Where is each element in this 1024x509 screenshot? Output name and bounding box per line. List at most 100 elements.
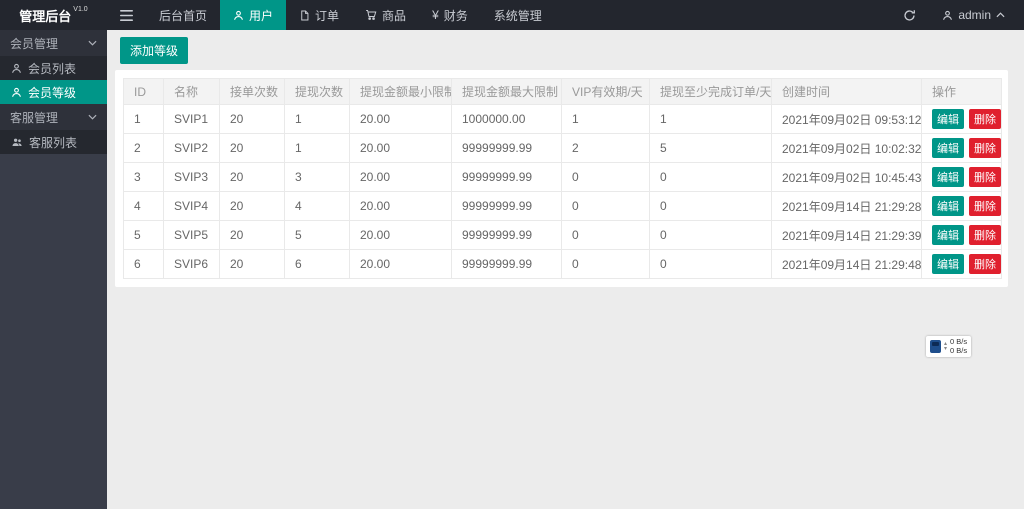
topbar-nav-label: 后台首页: [159, 7, 207, 24]
cart-icon: [365, 9, 377, 21]
topbar-nav-item-users[interactable]: 用户: [220, 0, 286, 30]
table-cell: 5: [285, 221, 350, 250]
table-cell: 0: [562, 192, 650, 221]
sidebar-item-service-list[interactable]: 客服列表: [0, 130, 107, 154]
person-icon: [233, 10, 244, 21]
table-cell: SVIP4: [164, 192, 220, 221]
topbar-nav: 后台首页 用户订单商品¥财务系统管理: [146, 0, 555, 30]
table-cell: 2: [562, 134, 650, 163]
topbar-nav-item-system[interactable]: 系统管理: [481, 0, 555, 30]
topbar-nav-item-orders[interactable]: 订单: [286, 0, 352, 30]
topbar-nav-label: 财务: [444, 7, 468, 24]
table-cell: 6: [124, 250, 164, 279]
topbar: 管理后台 V1.0 后台首页 用户订单商品¥财务系统管理 admin: [0, 0, 1024, 30]
network-widget-icon: [930, 340, 941, 353]
user-menu[interactable]: admin: [929, 0, 1018, 30]
hamburger-icon: [120, 10, 133, 21]
table-cell: 20: [220, 221, 285, 250]
sidebar-group-title-0[interactable]: 会员管理: [0, 30, 107, 56]
updown-arrows-icon: ▴▾: [944, 342, 947, 352]
user-name: admin: [958, 8, 991, 22]
topbar-nav-item-finance[interactable]: ¥财务: [419, 0, 481, 30]
add-level-button[interactable]: 添加等级: [120, 37, 188, 64]
sidebar-item-label: 客服列表: [29, 134, 77, 151]
edit-button[interactable]: 编辑: [932, 138, 964, 158]
table-cell: 20.00: [350, 163, 452, 192]
table-cell: 3: [285, 163, 350, 192]
refresh-icon: [903, 9, 916, 22]
table-cell: 2021年09月02日 10:45:43: [772, 163, 922, 192]
table-cell: 20: [220, 192, 285, 221]
delete-button[interactable]: 删除: [969, 225, 1001, 245]
app-logo[interactable]: 管理后台 V1.0: [0, 0, 107, 30]
table-cell: 99999999.99: [452, 163, 562, 192]
column-header: 提现金额最大限制: [452, 79, 562, 105]
table-cell: 20.00: [350, 221, 452, 250]
table-cell: 1: [124, 105, 164, 134]
column-header: 提现金额最小限制: [350, 79, 452, 105]
topbar-right: admin: [890, 0, 1018, 30]
sidebar-group-label: 客服管理: [10, 109, 58, 126]
table-cell: 0: [650, 163, 772, 192]
table-cell: 2: [124, 134, 164, 163]
main-content: 添加等级 ID名称接单次数提现次数提现金额最小限制提现金额最大限制VIP有效期/…: [107, 30, 1024, 509]
table-cell: 20: [220, 163, 285, 192]
table-cell: 1: [285, 134, 350, 163]
edit-button[interactable]: 编辑: [932, 109, 964, 129]
table-cell: 4: [124, 192, 164, 221]
table-cell: SVIP6: [164, 250, 220, 279]
sidebar-group-title-1[interactable]: 客服管理: [0, 104, 107, 130]
edit-button[interactable]: 编辑: [932, 254, 964, 274]
sidebar-item-member-level[interactable]: 会员等级: [0, 80, 107, 104]
network-speed-widget: ▴▾ 0 B/s 0 B/s: [926, 336, 971, 357]
topbar-nav-label: 用户: [249, 7, 273, 24]
table-cell: SVIP3: [164, 163, 220, 192]
table-cell: 99999999.99: [452, 250, 562, 279]
table-row: 6SVIP620620.0099999999.99002021年09月14日 2…: [124, 250, 1002, 279]
table-row: 4SVIP420420.0099999999.99002021年09月14日 2…: [124, 192, 1002, 221]
table-cell: SVIP2: [164, 134, 220, 163]
table-cell: 20.00: [350, 134, 452, 163]
table-cell: 20.00: [350, 250, 452, 279]
table-row: 5SVIP520520.0099999999.99002021年09月14日 2…: [124, 221, 1002, 250]
table-header-row: ID名称接单次数提现次数提现金额最小限制提现金额最大限制VIP有效期/天提现至少…: [124, 79, 1002, 105]
delete-button[interactable]: 删除: [969, 167, 1001, 187]
table-cell: 2021年09月14日 21:29:48: [772, 250, 922, 279]
refresh-button[interactable]: [890, 0, 929, 30]
actions-cell: 编辑删除: [922, 192, 1002, 221]
table-cell: 1: [650, 105, 772, 134]
edit-button[interactable]: 编辑: [932, 196, 964, 216]
table-cell: 2021年09月14日 21:29:28: [772, 192, 922, 221]
app-title: 管理后台: [19, 6, 71, 25]
column-header: 名称: [164, 79, 220, 105]
delete-button[interactable]: 删除: [969, 138, 1001, 158]
edit-button[interactable]: 编辑: [932, 225, 964, 245]
table-cell: 0: [650, 192, 772, 221]
file-icon: [299, 10, 310, 21]
topbar-nav-item-goods[interactable]: 商品: [352, 0, 419, 30]
table-cell: SVIP5: [164, 221, 220, 250]
table-cell: 0: [562, 163, 650, 192]
topbar-nav-item-home[interactable]: 后台首页: [146, 0, 220, 30]
delete-button[interactable]: 删除: [969, 109, 1001, 129]
delete-button[interactable]: 删除: [969, 196, 1001, 216]
sidebar-group-label: 会员管理: [10, 35, 58, 52]
table-card: ID名称接单次数提现次数提现金额最小限制提现金额最大限制VIP有效期/天提现至少…: [115, 70, 1008, 287]
column-header: 提现至少完成订单/天: [650, 79, 772, 105]
person-icon: [942, 10, 953, 21]
actions-cell: 编辑删除: [922, 105, 1002, 134]
delete-button[interactable]: 删除: [969, 254, 1001, 274]
actions-cell: 编辑删除: [922, 250, 1002, 279]
chevron-down-icon: [88, 40, 97, 46]
edit-button[interactable]: 编辑: [932, 167, 964, 187]
table-cell: 1000000.00: [452, 105, 562, 134]
topbar-nav-label: 系统管理: [494, 7, 542, 24]
people-icon: [11, 137, 23, 148]
sidebar-toggle-button[interactable]: [107, 0, 146, 30]
table-cell: 6: [285, 250, 350, 279]
download-speed: 0 B/s: [950, 346, 967, 355]
column-header: 创建时间: [772, 79, 922, 105]
app-version: V1.0: [73, 6, 87, 13]
sidebar-item-member-list[interactable]: 会员列表: [0, 56, 107, 80]
table-cell: 20.00: [350, 105, 452, 134]
